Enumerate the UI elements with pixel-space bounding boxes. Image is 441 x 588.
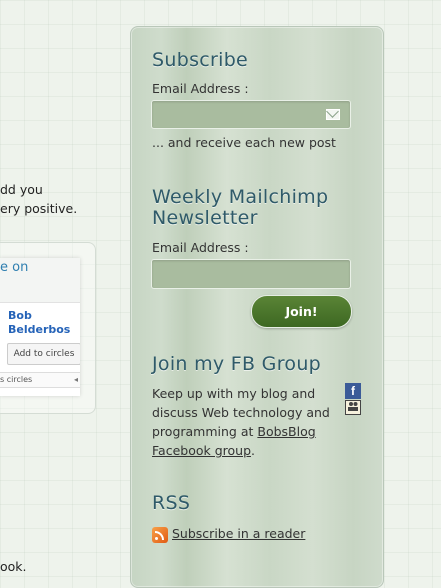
google-plus-card-footer: s circles ◂ [0, 372, 80, 388]
facebook-badge[interactable]: f [345, 383, 361, 415]
google-plus-card-header: e on [0, 258, 80, 303]
google-plus-card: e on Bob Belderbos Add to circles s circ… [0, 258, 80, 396]
mailchimp-email-input[interactable] [151, 259, 351, 289]
subscribe-email-input[interactable] [151, 100, 351, 129]
subscribe-in-reader-link[interactable]: Subscribe in a reader [172, 524, 305, 543]
mailchimp-title-line2: Newsletter [152, 207, 258, 229]
fb-group-text-suffix: . [251, 443, 255, 458]
post-text-line: dd you [0, 182, 43, 197]
people-icon [345, 400, 361, 415]
fb-group-text-line: discuss Web technology and [152, 405, 330, 420]
rss-title: RSS [152, 492, 191, 514]
post-text-line: ook. [0, 559, 27, 574]
profile-name-last: Belderbos [8, 323, 71, 336]
facebook-group-link[interactable]: Facebook group [152, 443, 251, 458]
subscribe-email-label: Email Address : [152, 81, 249, 96]
add-to-circles-button[interactable]: Add to circles [7, 343, 80, 365]
chevron-icon: ◂ [73, 375, 78, 384]
fb-group-text-line: programming at BobsBlog [152, 422, 330, 441]
bobsblog-link[interactable]: BobsBlog [257, 424, 315, 439]
mailchimp-title: Weekly Mailchimp Newsletter [152, 187, 328, 229]
fb-group-text-prefix: programming at [152, 424, 258, 439]
mail-icon [326, 109, 340, 120]
fb-group-title: Join my FB Group [152, 353, 322, 375]
profile-name-first: Bob [8, 309, 32, 322]
facebook-icon: f [345, 383, 361, 399]
subscribe-title: Subscribe [152, 49, 249, 71]
main-content-edge: dd you ery positive. e on Bob Belderbos … [0, 0, 130, 574]
google-plus-header-text: e on [0, 260, 29, 275]
post-text-line: ery positive. [0, 201, 78, 216]
fb-group-text: Keep up with my blog and discuss Web tec… [152, 384, 330, 460]
profile-name-link[interactable]: Bob Belderbos [8, 309, 70, 337]
fb-group-text-line: Facebook group. [152, 441, 330, 460]
rss-icon[interactable] [152, 527, 168, 543]
join-button[interactable]: Join! [251, 295, 352, 328]
subscribe-note: ... and receive each new post [152, 135, 336, 150]
fb-group-text-line: Keep up with my blog and [152, 386, 316, 401]
mailchimp-title-line1: Weekly Mailchimp [152, 186, 329, 208]
mailchimp-email-label: Email Address : [152, 240, 249, 255]
circles-count-text: s circles [0, 375, 33, 384]
sidebar: Subscribe Email Address : ... and receiv… [130, 26, 384, 588]
